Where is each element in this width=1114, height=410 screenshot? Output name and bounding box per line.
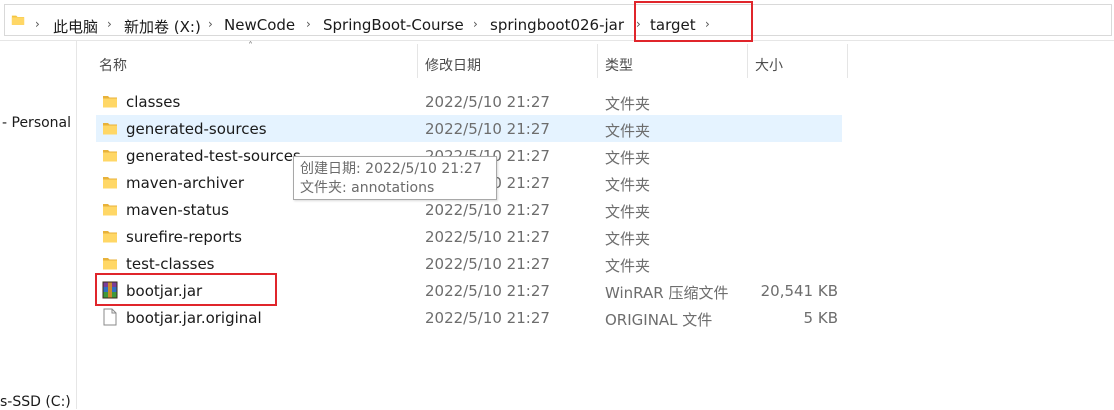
folder-icon [11, 15, 25, 25]
breadcrumb[interactable]: › 此电脑 › 新加卷 (X:) › NewCode › SpringBoot-… [4, 4, 1112, 36]
file-date: 2022/5/10 21:27 [425, 309, 550, 327]
breadcrumb-item-drive-x[interactable]: 新加卷 (X:) [124, 16, 201, 37]
file-type: 文件夹 [605, 230, 651, 248]
file-name[interactable]: test-classes [126, 255, 215, 273]
file-date: 2022/5/10 21:27 [425, 228, 550, 246]
chevron-right-icon[interactable]: › [473, 17, 478, 31]
folder-icon [103, 231, 117, 243]
file-name[interactable]: bootjar.jar.original [126, 309, 262, 327]
file-size: 20,541 KB [760, 282, 838, 300]
highlight-box-bootjar [95, 273, 277, 306]
sort-ascending-icon: ˄ [248, 41, 253, 52]
file-type: ORIGINAL 文件 [605, 311, 713, 329]
column-divider[interactable] [417, 44, 418, 78]
file-type: 文件夹 [605, 203, 651, 221]
file-name[interactable]: maven-archiver [126, 174, 244, 192]
navigation-pane: - Personal s-SSD (C:) [0, 40, 77, 410]
file-type: 文件夹 [605, 122, 651, 140]
column-header-date[interactable]: 修改日期 [425, 55, 481, 89]
column-divider[interactable] [747, 44, 748, 78]
file-row[interactable]: maven-status 2022/5/10 21:27 文件夹 [96, 196, 842, 223]
chevron-right-icon[interactable]: › [107, 17, 112, 31]
file-date: 2022/5/10 21:27 [425, 201, 550, 219]
file-row[interactable]: bootjar.jar.original 2022/5/10 21:27 ORI… [96, 304, 842, 331]
folder-icon [103, 258, 117, 270]
file-name[interactable]: classes [126, 93, 180, 111]
file-date: 2022/5/10 21:27 [425, 255, 550, 273]
column-header-type[interactable]: 类型 [605, 55, 633, 89]
nav-item-personal[interactable]: - Personal [2, 115, 71, 131]
tooltip-created-date: 创建日期: 2022/5/10 21:27 [300, 161, 482, 177]
file-type: 文件夹 [605, 257, 651, 275]
file-type: 文件夹 [605, 149, 651, 167]
chevron-right-icon[interactable]: › [35, 17, 40, 31]
file-name[interactable]: generated-test-sources [126, 147, 301, 165]
breadcrumb-item-springboot-course[interactable]: SpringBoot-Course [323, 16, 464, 34]
column-divider[interactable] [847, 44, 848, 78]
hover-tooltip: 创建日期: 2022/5/10 21:27 文件夹: annotations [293, 156, 497, 200]
highlight-box-target [634, 1, 753, 42]
file-date: 2022/5/10 21:27 [425, 93, 550, 111]
file-name[interactable]: maven-status [126, 201, 229, 219]
folder-icon [103, 96, 117, 108]
nav-item-drive-c[interactable]: s-SSD (C:) [0, 394, 71, 410]
chevron-right-icon[interactable]: › [306, 17, 311, 31]
column-header-size[interactable]: 大小 [755, 55, 783, 89]
file-row[interactable]: classes 2022/5/10 21:27 文件夹 [96, 88, 842, 115]
file-type: 文件夹 [605, 176, 651, 194]
breadcrumb-item-newcode[interactable]: NewCode [224, 16, 295, 34]
file-name[interactable]: surefire-reports [126, 228, 242, 246]
folder-icon [103, 177, 117, 189]
chevron-right-icon[interactable]: › [208, 17, 213, 31]
folder-icon [103, 204, 117, 216]
file-date: 2022/5/10 21:27 [425, 282, 550, 300]
column-divider[interactable] [597, 44, 598, 78]
file-size: 5 KB [803, 309, 838, 327]
folder-icon [103, 123, 117, 135]
file-name[interactable]: generated-sources [126, 120, 267, 138]
generic-file-icon [103, 308, 117, 326]
file-type: 文件夹 [605, 95, 651, 113]
breadcrumb-item-springboot026-jar[interactable]: springboot026-jar [490, 16, 624, 34]
breadcrumb-item-this-pc[interactable]: 此电脑 [53, 16, 98, 37]
column-header-name[interactable]: 名称 [99, 55, 127, 89]
file-type: WinRAR 压缩文件 [605, 284, 729, 302]
folder-icon [103, 150, 117, 162]
file-row-selected[interactable]: generated-sources 2022/5/10 21:27 文件夹 [96, 115, 842, 142]
file-row[interactable]: surefire-reports 2022/5/10 21:27 文件夹 [96, 223, 842, 250]
tooltip-folder-contents: 文件夹: annotations [300, 180, 435, 196]
address-bar: › 此电脑 › 新加卷 (X:) › NewCode › SpringBoot-… [0, 0, 1114, 41]
file-date: 2022/5/10 21:27 [425, 120, 550, 138]
